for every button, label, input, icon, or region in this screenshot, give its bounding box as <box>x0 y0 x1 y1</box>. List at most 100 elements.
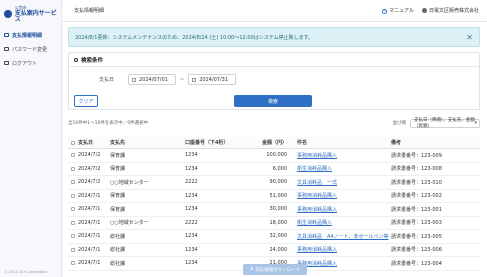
payment-date: 2024/7/2 <box>78 179 101 186</box>
table-row: 2024/7/1 ○○地域センター 2222 18,000 衛生消耗品購入 請求書番号：1… <box>68 217 480 230</box>
date-from-input[interactable]: 2024/07/01 <box>128 74 177 85</box>
account-number: 2222 <box>185 219 198 226</box>
list-icon <box>4 33 9 37</box>
subject-link[interactable]: 衛生消耗品購入 <box>291 219 391 226</box>
account-number: 1234 <box>185 233 198 240</box>
user-menu[interactable]: 日電文区販売株式会社 <box>421 7 479 14</box>
subject-link[interactable]: 事務用消耗品購入 <box>291 192 391 199</box>
row-checkbox[interactable] <box>71 234 75 239</box>
row-checkbox[interactable] <box>71 166 75 171</box>
remarks: 請求書番号：123-006 <box>391 247 442 254</box>
sidebar: 公営市 支払案内サービス 支払情報明細 パスワード変更 ログアウト © 2024… <box>0 0 62 277</box>
account-number: 1234 <box>185 206 198 213</box>
payee: ○○地域センター <box>110 220 149 227</box>
row-checkbox[interactable] <box>71 153 75 158</box>
remarks: 請求書番号：123-009 <box>391 152 442 159</box>
row-checkbox[interactable] <box>71 220 75 225</box>
row-checkbox[interactable] <box>71 247 75 252</box>
amount: 24,000 <box>269 246 288 253</box>
payment-date: 2024/7/1 <box>78 246 101 253</box>
subject-link[interactable]: 事務用消耗品購入 <box>291 206 391 213</box>
account-number: 1234 <box>185 260 198 267</box>
table-row: 2024/7/1 保育課 1234 51,000 事務用消耗品購入 請求書番号：123-0… <box>68 190 480 203</box>
sort-select[interactable]: 支払日（降順）、支払先、金額（昇順） <box>410 118 480 129</box>
clear-button[interactable]: クリア <box>74 95 98 107</box>
date-to-value: 2024/07/31 <box>199 76 229 83</box>
sidebar-item-password-change[interactable]: パスワード変更 <box>0 42 61 56</box>
date-from-value: 2024/07/01 <box>139 76 168 83</box>
logo-title: 支払案内サービス <box>14 10 57 23</box>
calendar-icon <box>132 77 137 82</box>
table-row: 2024/7/1 総社課 1234 24,000 事務用消耗品購入 請求書番号：123-0… <box>68 244 480 257</box>
amount: 18,000 <box>269 219 288 226</box>
table-row: 2024/7/1 保育課 1234 30,000 事務用消耗品購入 請求書番号：123-0… <box>68 203 480 217</box>
row-checkbox[interactable] <box>71 261 75 266</box>
table-header-row: 支払日 支払先 口座番号（下4桁） 金額（円） 件名 備考 <box>68 137 480 149</box>
date-to-input[interactable]: 2024/07/31 <box>188 74 237 85</box>
table-row: 2024/7/2 保育課 1234 100,000 事務用消耗品購入 請求書番号：123-… <box>68 149 480 163</box>
remarks: 請求書番号：123-005 <box>391 233 442 240</box>
user-icon <box>421 8 427 13</box>
select-all-checkbox[interactable] <box>71 140 75 145</box>
payment-date: 2024/7/1 <box>78 206 101 213</box>
payment-date: 2024/7/2 <box>78 165 101 172</box>
search-button[interactable]: 検索 <box>234 95 312 107</box>
payment-date: 2024/7/1 <box>78 192 101 199</box>
payee: 総社課 <box>110 233 126 240</box>
remarks: 請求書番号：123-002 <box>391 193 442 200</box>
search-panel: 検索条件 支払日 2024/07/01 ~ 2024/07/31 クリア 検索 <box>68 52 480 110</box>
sidebar-item-label: 支払情報明細 <box>12 32 43 39</box>
sidebar-item-payment-details[interactable]: 支払情報明細 <box>0 28 61 42</box>
payee: 総社課 <box>110 260 126 267</box>
sidebar-item-label: パスワード変更 <box>12 46 48 53</box>
subject-link[interactable]: 衛生消耗品購入 <box>291 165 391 172</box>
help-icon: ? <box>382 9 388 14</box>
remarks: 請求書番号：123-003 <box>391 220 442 227</box>
sort-label: 並び順 <box>392 121 407 126</box>
column-header[interactable]: 件名 <box>291 139 391 146</box>
column-header[interactable]: 支払先 <box>110 139 185 146</box>
close-icon[interactable]: ✕ <box>466 33 473 42</box>
logout-icon <box>4 61 9 65</box>
date-separator: ~ <box>180 76 185 83</box>
subject-link[interactable]: 文具消耗品 一式 <box>291 179 391 186</box>
amount: 6,000 <box>272 165 287 172</box>
result-count: 全10件中1～10件を表示中／0件選択中 <box>68 121 149 126</box>
payment-date: 2024/7/1 <box>78 233 101 240</box>
payee: 保育課 <box>110 206 126 213</box>
amount: 30,000 <box>269 206 288 213</box>
manual-link[interactable]: ? マニュアル <box>382 7 414 14</box>
payment-date: 2024/7/1 <box>78 219 101 226</box>
column-header[interactable]: 金額（円） <box>243 139 291 146</box>
account-number: 1234 <box>185 192 198 199</box>
remarks: 請求書番号：123-001 <box>391 206 442 213</box>
payment-date: 2024/7/2 <box>78 152 101 159</box>
subject-link[interactable]: 文具消耗品 A4ノート、赤ボールペン等 <box>291 233 391 240</box>
subject-link[interactable]: 事務用消耗品購入 <box>291 152 391 159</box>
row-checkbox[interactable] <box>71 207 75 212</box>
user-name: 日電文区販売株式会社 <box>428 8 479 14</box>
notice-banner: 2024/8/1更新：システムメンテナンスのため、2024/8/24 (土) 1… <box>68 27 480 47</box>
payee: 保育課 <box>110 193 126 200</box>
calendar-icon <box>192 77 197 82</box>
app-logo: 公営市 支払案内サービス <box>0 0 61 28</box>
download-button[interactable]: ⬇ 支払情報ダウンロード <box>243 264 307 275</box>
remarks: 請求書番号：123-008 <box>391 166 442 173</box>
sidebar-item-label: ログアウト <box>12 60 38 67</box>
account-number: 1234 <box>185 246 198 253</box>
table-row: 2024/7/1 総社課 1234 32,000 文具消耗品 A4ノート、赤ボールペン等… <box>68 230 480 244</box>
column-header[interactable]: 支払日 <box>78 139 110 146</box>
search-icon <box>74 57 78 62</box>
logo-icon <box>4 10 12 18</box>
sidebar-item-logout[interactable]: ログアウト <box>0 56 61 70</box>
column-header[interactable]: 備考 <box>391 139 480 146</box>
row-checkbox[interactable] <box>71 193 75 198</box>
payee: 保育課 <box>110 152 126 159</box>
column-header[interactable]: 口座番号（下4桁） <box>185 139 243 146</box>
subject-link[interactable]: 事務用消耗品購入 <box>291 246 391 253</box>
search-title: 検索条件 <box>81 57 104 64</box>
header: 支払情報明細 ? マニュアル 日電文区販売株式会社 <box>62 0 487 22</box>
row-checkbox[interactable] <box>71 180 75 185</box>
payee: ○○地域センター <box>110 179 149 186</box>
payee: 総社課 <box>110 247 126 254</box>
